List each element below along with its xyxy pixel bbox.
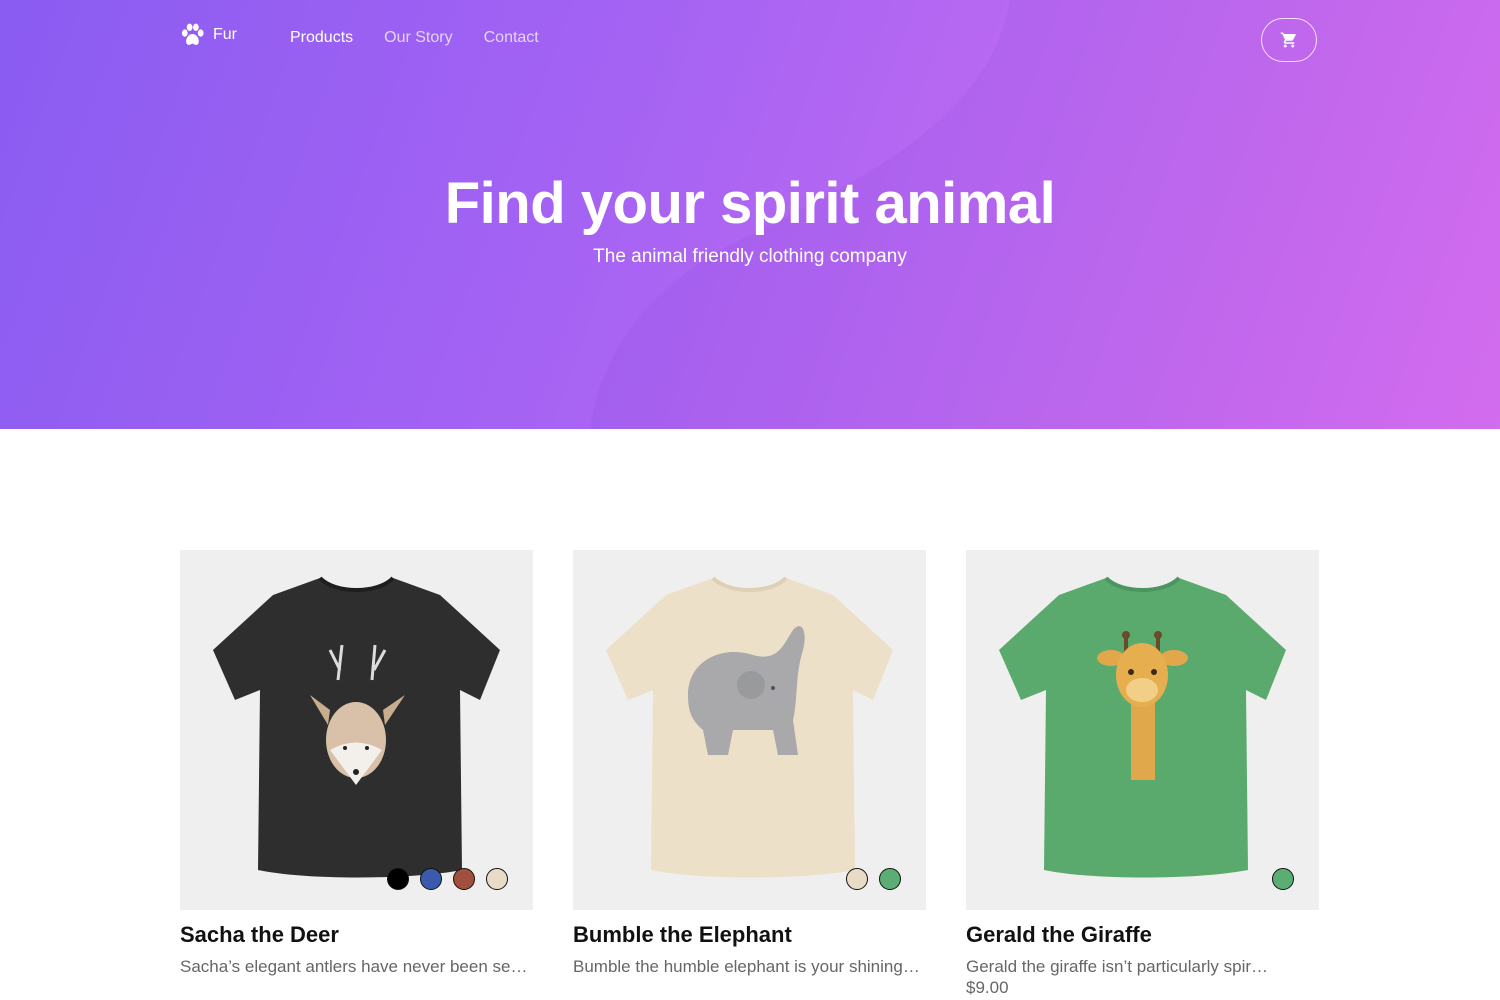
brand-name: Fur [213, 26, 237, 43]
paw-icon [181, 23, 204, 45]
product-card[interactable]: Sacha the Deer Sacha’s elegant antlers h… [180, 550, 533, 998]
deer-tshirt-image [213, 576, 500, 878]
cart-icon [1280, 32, 1296, 48]
color-swatches [387, 868, 508, 890]
top-nav: Fur Products Our Story Contact [0, 0, 1500, 80]
product-description: Sacha’s elegant antlers have never been … [180, 957, 528, 976]
swatch-rust[interactable] [453, 868, 475, 890]
hero-subtitle: The animal friendly clothing company [593, 246, 907, 267]
brand-logo[interactable]: Fur [180, 22, 237, 48]
product-price: $9.00 [966, 978, 1009, 997]
color-swatches [1272, 868, 1294, 890]
elephant-tshirt-image [606, 576, 893, 878]
product-image[interactable] [573, 550, 926, 910]
swatch-cream[interactable] [486, 868, 508, 890]
hero-banner: Fur Products Our Story Contact Find your… [0, 0, 1500, 429]
nav-link-contact[interactable]: Contact [484, 29, 539, 47]
product-grid: Sacha the Deer Sacha’s elegant antlers h… [180, 550, 1320, 998]
product-description: Bumble the humble elephant is your shini… [573, 957, 920, 976]
product-card[interactable]: Bumble the Elephant Bumble the humble el… [573, 550, 926, 998]
product-image[interactable] [180, 550, 533, 910]
product-image[interactable] [966, 550, 1319, 910]
swatch-green[interactable] [879, 868, 901, 890]
cart-button[interactable] [1261, 18, 1317, 62]
product-name[interactable]: Sacha the Deer [180, 922, 533, 948]
swatch-blue[interactable] [420, 868, 442, 890]
giraffe-tshirt-image [999, 576, 1286, 878]
product-card[interactable]: Gerald the Giraffe Gerald the giraffe is… [966, 550, 1319, 998]
nav-link-products[interactable]: Products [290, 29, 353, 47]
swatch-black[interactable] [387, 868, 409, 890]
swatch-green[interactable] [1272, 868, 1294, 890]
product-name[interactable]: Gerald the Giraffe [966, 922, 1319, 948]
hero-title: Find your spirit animal [444, 171, 1056, 236]
swatch-cream[interactable] [846, 868, 868, 890]
product-description: Gerald the giraffe isn’t particularly sp… [966, 957, 1269, 976]
nav-links: Products Our Story Contact [290, 29, 539, 47]
product-name[interactable]: Bumble the Elephant [573, 922, 926, 948]
color-swatches [846, 868, 901, 890]
nav-link-our-story[interactable]: Our Story [384, 29, 452, 47]
